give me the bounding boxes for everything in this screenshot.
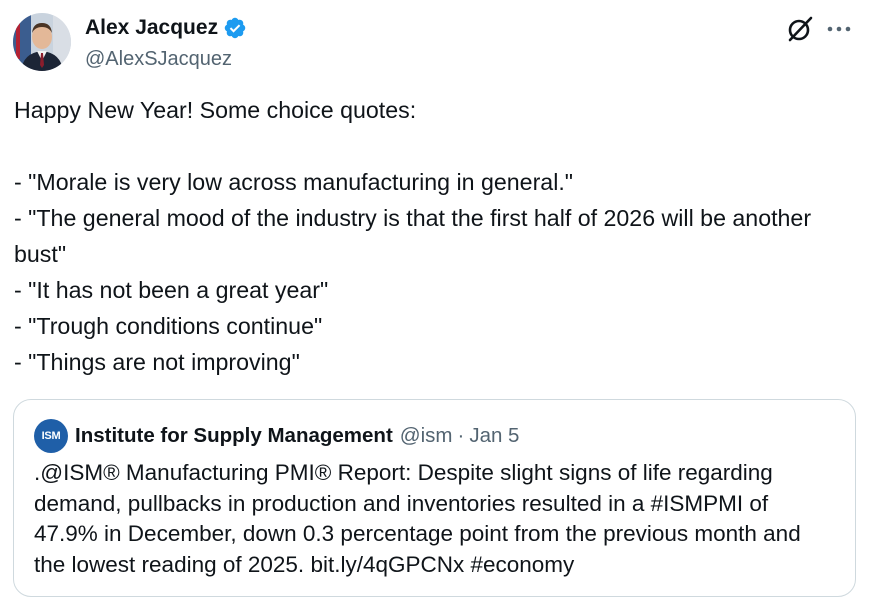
tweet-line: Happy New Year! Some choice quotes: bbox=[14, 97, 417, 123]
tweet-line: - "Things are not improving" bbox=[14, 349, 300, 375]
tweet-line: - "The general mood of the industry is t… bbox=[14, 205, 818, 267]
name-row: Alex Jacquez bbox=[85, 15, 247, 41]
ism-logo-icon[interactable]: ISM bbox=[34, 419, 68, 453]
quoted-date[interactable]: Jan 5 bbox=[469, 424, 519, 448]
author-names: Alex Jacquez @AlexSJacquez bbox=[85, 13, 247, 71]
quoted-tweet-text: .@ISM® Manufacturing PMI® Report: Despit… bbox=[34, 460, 801, 577]
tweet-line: - "Morale is very low across manufacturi… bbox=[14, 169, 574, 195]
tweet-text: Happy New Year! Some choice quotes: ​ - … bbox=[14, 92, 854, 380]
avatar-image bbox=[13, 13, 71, 71]
quoted-tweet-header: ISM Institute for Supply Management @ism… bbox=[34, 419, 519, 453]
tweet: Alex Jacquez @AlexSJacquez Happy New Yea… bbox=[0, 0, 875, 601]
quoted-display-name[interactable]: Institute for Supply Management bbox=[75, 424, 393, 448]
tweet-line: - "It has not been a great year" bbox=[14, 277, 329, 303]
more-options-icon[interactable] bbox=[825, 14, 853, 44]
avatar[interactable] bbox=[13, 13, 71, 71]
verified-badge-icon[interactable] bbox=[223, 16, 247, 40]
tweet-header: Alex Jacquez @AlexSJacquez bbox=[13, 13, 247, 73]
author-handle[interactable]: @AlexSJacquez bbox=[85, 48, 247, 71]
quoted-handle[interactable]: @ism bbox=[400, 424, 453, 448]
separator-dot: · bbox=[457, 424, 465, 447]
display-name[interactable]: Alex Jacquez bbox=[85, 16, 218, 40]
grok-icon[interactable] bbox=[785, 14, 815, 44]
tweet-line: - "Trough conditions continue" bbox=[14, 313, 323, 339]
tweet-line-blank: ​ bbox=[14, 128, 854, 164]
tweet-actions-top bbox=[785, 14, 853, 44]
quoted-tweet[interactable]: ISM Institute for Supply Management @ism… bbox=[13, 399, 856, 597]
